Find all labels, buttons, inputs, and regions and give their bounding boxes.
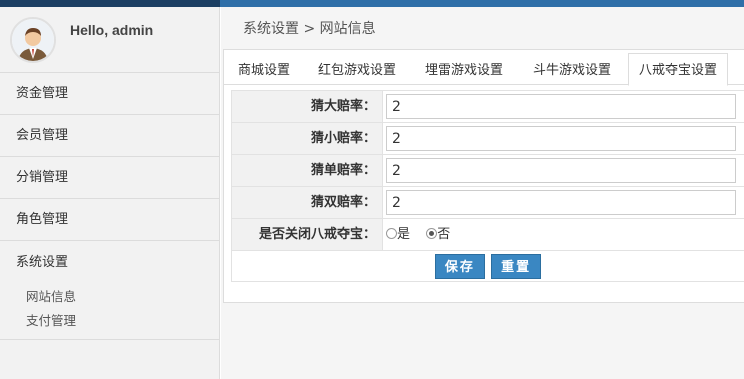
tab-mall-settings[interactable]: 商城设置 <box>228 57 300 85</box>
form-row: 猜小赔率： <box>231 122 744 154</box>
odd-odds-input[interactable] <box>386 158 736 183</box>
profile-header: Hello, admin <box>0 7 219 73</box>
field-label: 猜小赔率： <box>232 123 383 154</box>
even-odds-input[interactable] <box>386 190 736 215</box>
sidebar-item-system-settings[interactable]: 系统设置 <box>0 241 219 285</box>
tab-redpacket-settings[interactable]: 红包游戏设置 <box>308 57 406 85</box>
radio-yes[interactable] <box>386 228 397 239</box>
breadcrumb: 系统设置 > 网站信息 <box>221 7 744 49</box>
tab-treasure-settings[interactable]: 八戒夺宝设置 <box>628 53 729 86</box>
radio-no[interactable] <box>426 228 438 239</box>
sidebar-subitem-site-info[interactable]: 网站信息 <box>0 285 219 309</box>
reset-button[interactable]: 重置 <box>491 254 542 279</box>
sidebar-subitem-payment[interactable]: 支付管理 <box>0 309 219 333</box>
save-button[interactable]: 保存 <box>434 254 485 279</box>
field-label: 猜单赔率： <box>232 155 383 186</box>
field-label: 是否关闭八戒夺宝： <box>232 219 383 250</box>
settings-form: 猜大赔率： 猜小赔率： 猜单赔率： 猜双赔率： 是否关闭八戒夺宝： 是 <box>231 90 744 282</box>
sidebar-item-distribution[interactable]: 分销管理 <box>0 157 219 199</box>
big-odds-input[interactable] <box>386 94 736 119</box>
form-row: 猜双赔率： <box>231 186 744 218</box>
form-row: 猜大赔率： <box>231 90 744 122</box>
button-row: 保存 重置 <box>231 250 744 282</box>
tab-bullfight-settings[interactable]: 斗牛游戏设置 <box>523 57 621 85</box>
sidebar-item-funds[interactable]: 资金管理 <box>0 73 219 115</box>
field-label: 猜大赔率： <box>232 91 383 122</box>
small-odds-input[interactable] <box>386 126 736 151</box>
greeting: Hello, admin <box>70 22 154 38</box>
sidebar: Hello, admin 资金管理 会员管理 分销管理 角色管理 系统设置 网站… <box>0 7 220 379</box>
main-content: 系统设置 > 网站信息 商城设置 红包游戏设置 埋雷游戏设置 斗牛游戏设置 八戒… <box>221 7 744 379</box>
tab-bar: 商城设置 红包游戏设置 埋雷游戏设置 斗牛游戏设置 八戒夺宝设置 <box>224 53 744 86</box>
top-bar <box>0 0 744 7</box>
field-label: 猜双赔率： <box>232 187 383 218</box>
form-row: 猜单赔率： <box>231 154 744 186</box>
avatar <box>10 17 56 63</box>
user-avatar-icon <box>12 19 54 61</box>
sidebar-item-members[interactable]: 会员管理 <box>0 115 219 157</box>
tab-minesweeper-settings[interactable]: 埋雷游戏设置 <box>415 57 513 85</box>
close-radio-group: 是 否 <box>383 219 744 250</box>
radio-yes-label[interactable]: 是 <box>397 227 410 242</box>
form-row: 是否关闭八戒夺宝： 是 否 <box>231 218 744 250</box>
settings-panel: 商城设置 红包游戏设置 埋雷游戏设置 斗牛游戏设置 八戒夺宝设置 猜大赔率： 猜… <box>223 49 744 303</box>
sidebar-group-system: 系统设置 网站信息 支付管理 <box>0 241 219 340</box>
radio-no-label[interactable]: 否 <box>437 227 450 242</box>
sidebar-item-roles[interactable]: 角色管理 <box>0 199 219 241</box>
